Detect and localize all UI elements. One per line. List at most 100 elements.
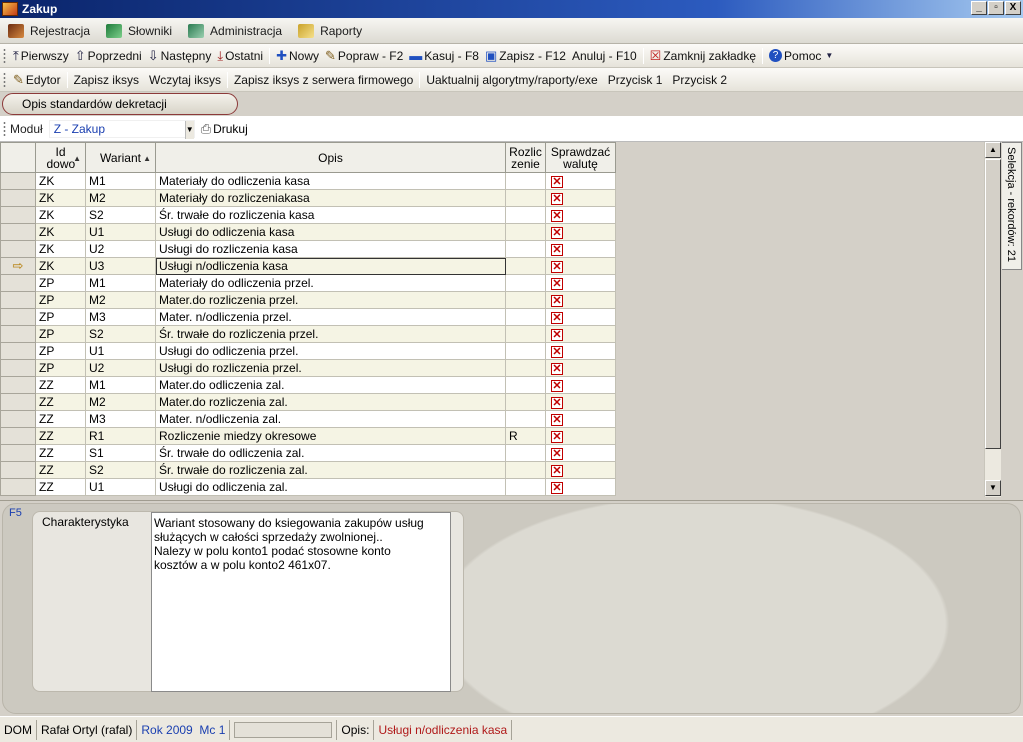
table-row[interactable]: ZK M2 Materiały do rozliczeniakasa ✕	[0, 189, 616, 207]
last-button[interactable]: ⤓ Ostatni	[214, 46, 266, 66]
checkbox-x-icon[interactable]: ✕	[551, 397, 563, 409]
cell-rozliczenie[interactable]	[505, 359, 546, 377]
cell-sprawdzac-walute[interactable]: ✕	[545, 291, 616, 309]
cell-id[interactable]: ZK	[35, 172, 86, 190]
cell-rozliczenie[interactable]	[505, 172, 546, 190]
cell-id[interactable]: ZZ	[35, 444, 86, 462]
row-header[interactable]	[0, 274, 36, 292]
cell-variant[interactable]: M2	[85, 393, 156, 411]
cell-opis[interactable]: Usługi n/odliczenia kasa	[155, 257, 506, 275]
column-header-sprawdzac-walute[interactable]: Sprawdzać walutę	[545, 142, 616, 173]
cell-id[interactable]: ZP	[35, 274, 86, 292]
first-button[interactable]: ⤒ Pierwszy	[10, 46, 72, 66]
cell-rozliczenie[interactable]	[505, 376, 546, 394]
cell-sprawdzac-walute[interactable]: ✕	[545, 189, 616, 207]
table-row[interactable]: ZP S2 Śr. trwałe do rozliczenia przel. ✕	[0, 325, 616, 343]
table-row[interactable]: ZZ S2 Śr. trwałe do rozliczenia zal. ✕	[0, 461, 616, 479]
restore-button[interactable]: ▫	[988, 1, 1004, 15]
row-header[interactable]	[0, 308, 36, 326]
close-button[interactable]: X	[1005, 1, 1021, 15]
vertical-scrollbar[interactable]: ▲ ▼	[984, 142, 1001, 497]
toolbar-grip[interactable]	[3, 47, 6, 64]
module-select[interactable]: Z - Zakup ▼	[48, 119, 195, 139]
cell-id[interactable]: ZP	[35, 359, 86, 377]
row-header[interactable]	[0, 444, 36, 462]
cell-variant[interactable]: M1	[85, 274, 156, 292]
table-row[interactable]: ZP M2 Mater.do rozliczenia przel. ✕	[0, 291, 616, 309]
cell-opis[interactable]: Materiały do rozliczeniakasa	[155, 189, 506, 207]
toolbar-grip[interactable]	[3, 71, 6, 88]
checkbox-x-icon[interactable]: ✕	[551, 312, 563, 324]
cell-sprawdzac-walute[interactable]: ✕	[545, 325, 616, 343]
cell-opis[interactable]: Śr. trwałe do rozliczenia zal.	[155, 461, 506, 479]
checkbox-x-icon[interactable]: ✕	[551, 210, 563, 222]
cell-sprawdzac-walute[interactable]: ✕	[545, 342, 616, 360]
save-server-button[interactable]: Zapisz iksys z serwera firmowego	[231, 70, 416, 90]
cell-variant[interactable]: S1	[85, 444, 156, 462]
cell-variant[interactable]: M3	[85, 410, 156, 428]
checkbox-x-icon[interactable]: ✕	[551, 261, 563, 273]
cell-sprawdzac-walute[interactable]: ✕	[545, 223, 616, 241]
cell-rozliczenie[interactable]	[505, 240, 546, 258]
cell-opis[interactable]: Mater.do odliczenia zal.	[155, 376, 506, 394]
checkbox-x-icon[interactable]: ✕	[551, 465, 563, 477]
table-row[interactable]: ZK S2 Śr. trwałe do rozliczenia kasa ✕	[0, 206, 616, 224]
cell-sprawdzac-walute[interactable]: ✕	[545, 478, 616, 496]
table-row[interactable]: ZZ U1 Usługi do odliczenia zal. ✕	[0, 478, 616, 496]
cell-id[interactable]: ZK	[35, 206, 86, 224]
cell-rozliczenie[interactable]	[505, 342, 546, 360]
new-button[interactable]: ✚ Nowy	[273, 46, 322, 66]
cell-variant[interactable]: U1	[85, 478, 156, 496]
cell-rozliczenie[interactable]	[505, 189, 546, 207]
cell-opis[interactable]: Usługi do odliczenia zal.	[155, 478, 506, 496]
delete-button[interactable]: ▬ Kasuj - F8	[406, 46, 482, 66]
cell-opis[interactable]: Śr. trwałe do odliczenia zal.	[155, 444, 506, 462]
row-header[interactable]	[0, 478, 36, 496]
cell-id[interactable]: ZZ	[35, 376, 86, 394]
checkbox-x-icon[interactable]: ✕	[551, 380, 563, 392]
checkbox-x-icon[interactable]: ✕	[551, 329, 563, 341]
column-header-opis[interactable]: Opis	[155, 142, 506, 173]
column-header-rozliczenie[interactable]: Rozlic zenie	[505, 142, 546, 173]
table-row[interactable]: ZZ S1 Śr. trwałe do odliczenia zal. ✕	[0, 444, 616, 462]
checkbox-x-icon[interactable]: ✕	[551, 227, 563, 239]
table-row[interactable]: ZK U1 Usługi do odliczenia kasa ✕	[0, 223, 616, 241]
cell-opis[interactable]: Materiały do odliczenia kasa	[155, 172, 506, 190]
menu-slowniki[interactable]: Słowniki	[98, 20, 180, 42]
menu-raporty[interactable]: Raporty	[290, 20, 370, 42]
row-header[interactable]	[0, 393, 36, 411]
checkbox-x-icon[interactable]: ✕	[551, 295, 563, 307]
cell-variant[interactable]: M1	[85, 376, 156, 394]
checkbox-x-icon[interactable]: ✕	[551, 278, 563, 290]
cell-sprawdzac-walute[interactable]: ✕	[545, 427, 616, 445]
cell-id[interactable]: ZP	[35, 342, 86, 360]
update-button[interactable]: Uaktualnij algorytmy/raporty/exe	[423, 70, 600, 90]
cell-variant[interactable]: M2	[85, 189, 156, 207]
checkbox-x-icon[interactable]: ✕	[551, 363, 563, 375]
row-header[interactable]	[0, 223, 36, 241]
edit-button[interactable]: ✎ Popraw - F2	[322, 46, 406, 66]
help-button[interactable]: ? Pomoc ▼	[766, 46, 838, 66]
row-header[interactable]	[0, 172, 36, 190]
cell-variant[interactable]: U3	[85, 257, 156, 275]
table-row[interactable]: ⇨ ZK U3 Usługi n/odliczenia kasa ✕	[0, 257, 616, 275]
cancel-button[interactable]: Anuluj - F10	[569, 46, 640, 66]
table-row[interactable]: ZP U2 Usługi do rozliczenia przel. ✕	[0, 359, 616, 377]
cell-id[interactable]: ZP	[35, 325, 86, 343]
cell-rozliczenie[interactable]	[505, 478, 546, 496]
cell-id[interactable]: ZZ	[35, 410, 86, 428]
cell-rozliczenie[interactable]	[505, 325, 546, 343]
cell-sprawdzac-walute[interactable]: ✕	[545, 444, 616, 462]
cell-opis[interactable]: Śr. trwałe do rozliczenia kasa	[155, 206, 506, 224]
cell-variant[interactable]: M1	[85, 172, 156, 190]
cell-rozliczenie[interactable]	[505, 393, 546, 411]
cell-opis[interactable]: Śr. trwałe do rozliczenia przel.	[155, 325, 506, 343]
cell-id[interactable]: ZZ	[35, 393, 86, 411]
cell-opis[interactable]: Mater.do rozliczenia zal.	[155, 393, 506, 411]
checkbox-x-icon[interactable]: ✕	[551, 244, 563, 256]
print-button[interactable]: ⎙ Drukuj	[201, 121, 248, 137]
cell-opis[interactable]: Rozliczenie miedzy okresowe	[155, 427, 506, 445]
row-header[interactable]	[0, 206, 36, 224]
row-header[interactable]	[0, 291, 36, 309]
scroll-up-button[interactable]: ▲	[985, 142, 1001, 158]
